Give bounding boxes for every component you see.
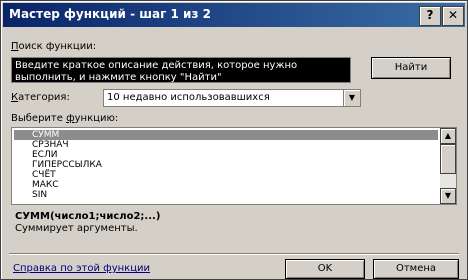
scroll-down-icon[interactable]: ▼	[440, 188, 456, 204]
function-wizard-dialog: Мастер функций - шаг 1 из 2 ? ✕ Поиск фу…	[0, 0, 468, 280]
ok-button[interactable]: OK	[285, 259, 365, 279]
list-item[interactable]: МАКС	[14, 180, 438, 190]
close-button[interactable]: ✕	[442, 6, 464, 26]
function-listbox[interactable]: СУММ СРЗНАЧ ЕСЛИ ГИПЕРССЫЛКА СЧЁТ МАКС S…	[11, 127, 457, 205]
function-syntax: СУММ(число1;число2;...)	[15, 211, 161, 222]
scrollbar-thumb[interactable]	[440, 144, 456, 174]
title-bar[interactable]: Мастер функций - шаг 1 из 2 ? ✕	[3, 3, 465, 27]
category-select[interactable]: 10 недавно использовавшихся ▼	[103, 89, 361, 107]
help-button[interactable]: ?	[419, 6, 441, 26]
list-item[interactable]: ЕСЛИ	[14, 150, 438, 160]
cancel-button[interactable]: Отмена	[373, 259, 459, 279]
list-item[interactable]: СУММ	[14, 130, 438, 140]
list-item[interactable]: SIN	[14, 190, 438, 200]
chevron-down-icon[interactable]: ▼	[343, 90, 360, 106]
help-link[interactable]: Справка по этой функции	[13, 263, 150, 274]
list-item[interactable]: СРЗНАЧ	[14, 140, 438, 150]
search-label: Поиск функции:	[11, 41, 97, 52]
function-list-label: Выберите функцию:	[11, 113, 119, 124]
list-item[interactable]: ГИПЕРССЫЛКА	[14, 160, 438, 170]
scroll-up-icon[interactable]: ▲	[440, 128, 456, 144]
function-description: Суммирует аргументы.	[15, 223, 138, 234]
search-input[interactable]: Введите краткое описание действия, котор…	[11, 57, 351, 83]
list-item[interactable]: СЧЁТ	[14, 170, 438, 180]
list-scrollbar[interactable]: ▲ ▼	[440, 128, 456, 204]
category-value: 10 недавно использовавшихся	[107, 92, 270, 103]
footer-divider	[9, 253, 459, 255]
category-label: Категория:	[11, 92, 70, 103]
window-title: Мастер функций - шаг 1 из 2	[9, 7, 211, 21]
find-button[interactable]: Найти	[371, 57, 451, 79]
